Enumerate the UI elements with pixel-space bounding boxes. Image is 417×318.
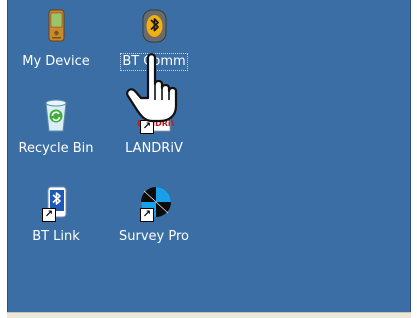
desktop-icon-label: Recycle Bin: [18, 141, 94, 156]
bluetooth-comm-icon: [134, 8, 174, 48]
recycle-bin-icon: [36, 95, 76, 135]
hand-pointer-icon: [122, 50, 192, 124]
desktop-icon-survey-pro[interactable]: ↗ Survey Pro: [110, 183, 198, 245]
desktop-icon-label: Survey Pro: [119, 229, 189, 244]
bluetooth-link-icon: ↗: [36, 183, 76, 223]
taskbar-edge: [7, 312, 411, 318]
desktop-icon-label: BT Link: [32, 229, 80, 244]
desktop-icon-my-device[interactable]: My Device: [12, 8, 100, 70]
desktop-icon-recycle-bin[interactable]: Recycle Bin: [12, 95, 100, 157]
desktop-icon-label: My Device: [22, 54, 90, 69]
desktop-icon-label: LANDRiV: [125, 141, 183, 156]
pda-device-icon: [36, 8, 76, 48]
desktop: My Device BT Comm Recycle Bin LANDRiV ↗ …: [0, 0, 417, 318]
survey-pro-icon: ↗: [134, 183, 174, 223]
desktop-icon-bt-link[interactable]: ↗ BT Link: [12, 183, 100, 245]
shortcut-arrow-icon: ↗: [42, 208, 56, 222]
shortcut-arrow-icon: ↗: [140, 208, 154, 222]
